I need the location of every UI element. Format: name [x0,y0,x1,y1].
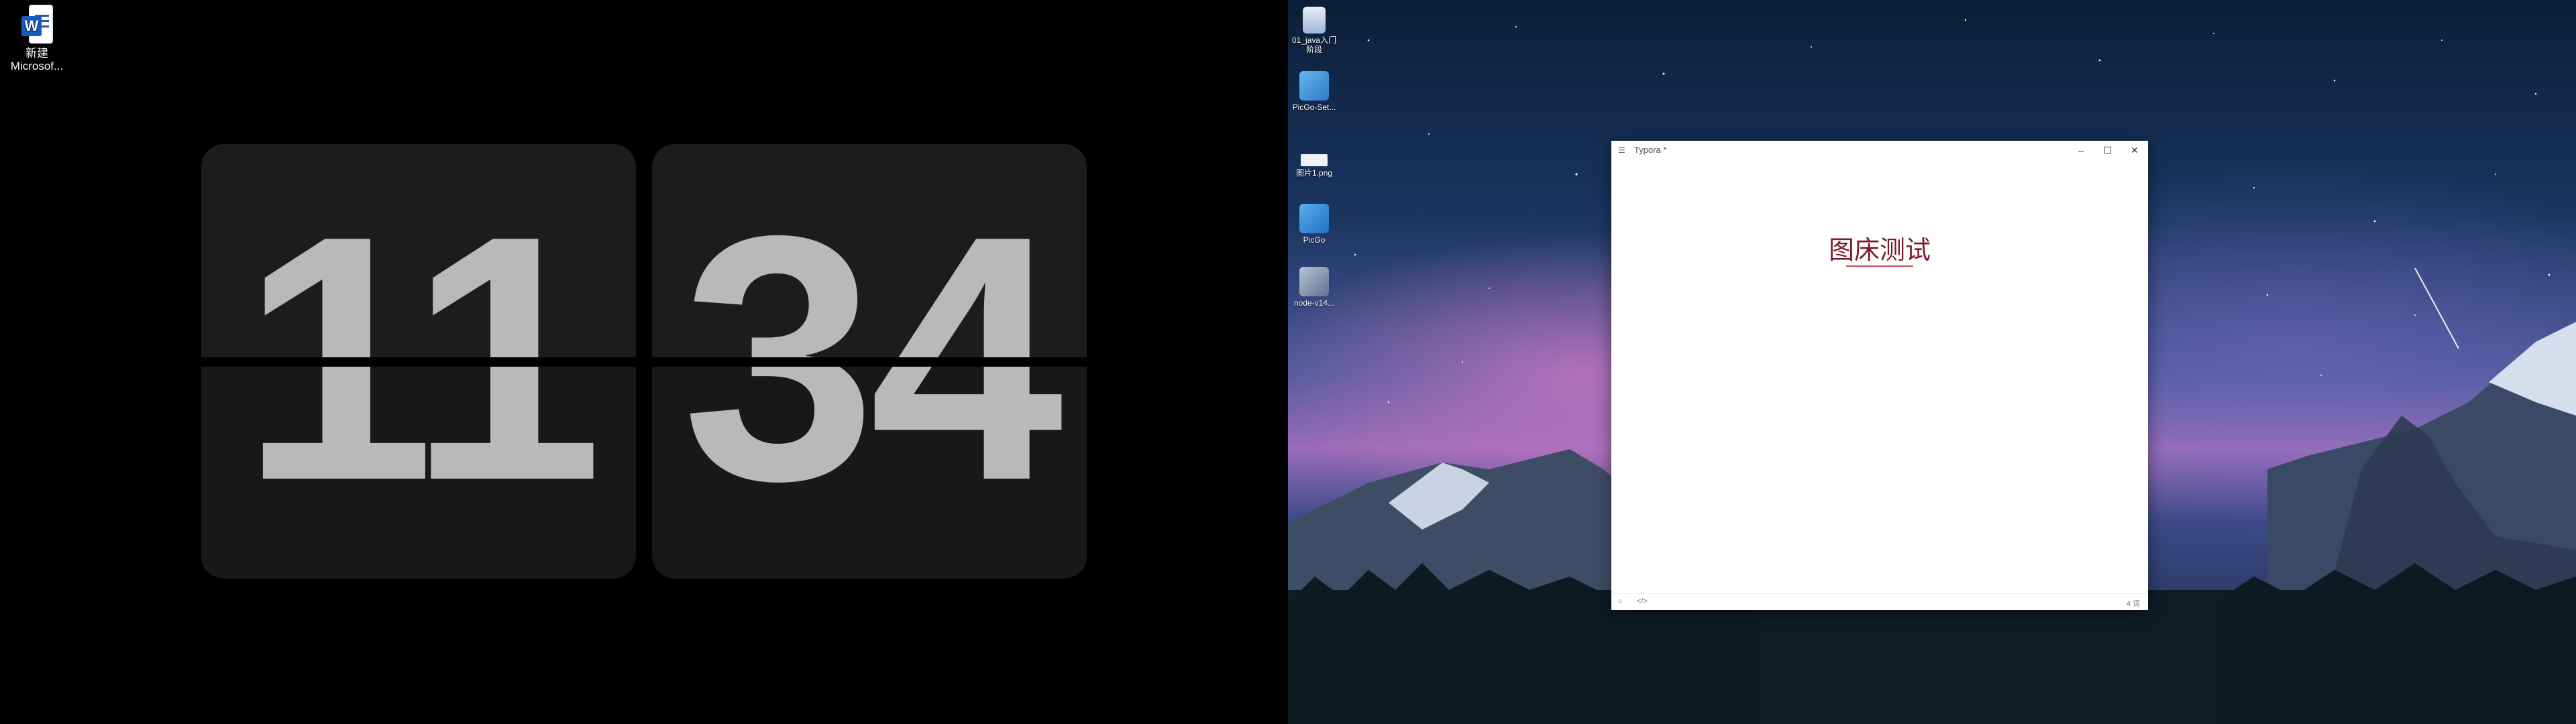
source-mode-icon[interactable]: </> [1637,597,1648,605]
desktop-icon-label: 01_java入门 阶段 [1291,36,1337,54]
typora-window[interactable]: ☰ Typora * – ☐ ✕ 图床测试 ○ </> 4 词 [1611,141,2148,610]
desktop-icon-node-setup[interactable]: node-v14... [1288,267,1341,308]
desktop-icon-word-doc[interactable]: W 新建 Microsof... [0,5,74,72]
desktop-icon-label: 图片1.png [1295,168,1333,178]
document-heading[interactable]: 图床测试 [1611,229,2148,266]
window-title: Typora * [1634,145,1667,155]
word-count[interactable]: 4 词 [2127,598,2140,609]
word-document-icon: W [21,5,52,44]
desktop-icon-label: PicGo [1303,235,1326,245]
right-desktop: 01_java入门 阶段 PicGo-Set... 图片1.png PicGo … [1288,0,2576,724]
installer-icon [1299,71,1329,101]
folder-icon [1303,7,1326,34]
maximize-button[interactable]: ☐ [2094,141,2121,160]
minimize-button[interactable]: – [2068,141,2094,160]
clock-minutes-card: 34 [652,144,1087,579]
desktop-icon-picgo-setup[interactable]: PicGo-Set... [1288,71,1341,112]
editor-area[interactable]: 图床测试 [1611,160,2148,594]
menu-icon[interactable]: ☰ [1618,145,1625,155]
close-button[interactable]: ✕ [2121,141,2148,160]
desktop-icon-java-folder[interactable]: 01_java入门 阶段 [1288,7,1341,54]
outline-toggle-icon[interactable]: ○ [1618,597,1623,605]
desktop-icon-label: 新建 Microsof... [10,47,64,72]
picgo-icon [1299,204,1329,233]
desktop-icon-picgo[interactable]: PicGo [1288,204,1341,245]
status-bar: ○ </> 4 词 [1611,593,2148,610]
desktop-icon-image-file[interactable]: 图片1.png [1288,145,1341,178]
desktop-icon-label: PicGo-Set... [1292,103,1336,112]
window-titlebar[interactable]: ☰ Typora * – ☐ ✕ [1611,141,2148,160]
left-desktop: W 新建 Microsof... 11 34 [0,0,1288,724]
heading-underline [1846,265,1913,267]
clock-hours-card: 11 [201,144,636,579]
setup-icon [1299,267,1329,296]
desktop-icon-label: node-v14... [1293,298,1335,308]
image-file-icon [1301,154,1328,166]
